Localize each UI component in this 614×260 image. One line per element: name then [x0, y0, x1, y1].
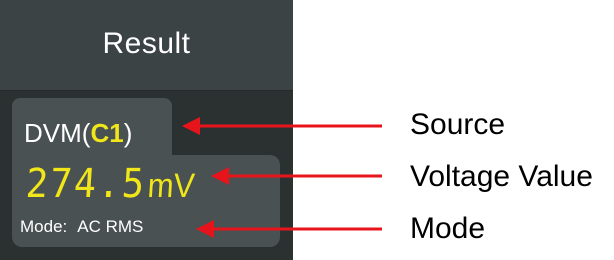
stage: Result DVM(C1) 274.5mV Mode: AC RMS Sourc… — [0, 0, 614, 260]
dvm-tab-label: DVM(C1) — [24, 118, 132, 149]
voltage-value: 274.5 — [24, 161, 148, 207]
dvm-source-channel: C1 — [90, 118, 124, 148]
mode-annotation: Mode — [410, 212, 486, 245]
panel-title: Result — [102, 27, 191, 60]
voltage-unit: mV — [146, 167, 196, 205]
dvm-tab-prefix: DVM( — [24, 118, 91, 148]
dvm-tab-suffix: ) — [123, 118, 133, 148]
dvm-tab[interactable]: DVM(C1) — [12, 98, 172, 160]
mode-label: Mode: — [20, 217, 68, 236]
voltage-readout: 274.5mV — [25, 161, 197, 207]
result-panel-header: Result — [0, 0, 293, 91]
dvm-readout-card: 274.5mV Mode: AC RMS — [12, 155, 280, 247]
voltage-value-annotation: Voltage Value — [410, 160, 593, 193]
mode-value: AC RMS — [77, 217, 144, 236]
source-annotation: Source — [410, 108, 506, 141]
mode-row: Mode: AC RMS — [20, 217, 143, 237]
